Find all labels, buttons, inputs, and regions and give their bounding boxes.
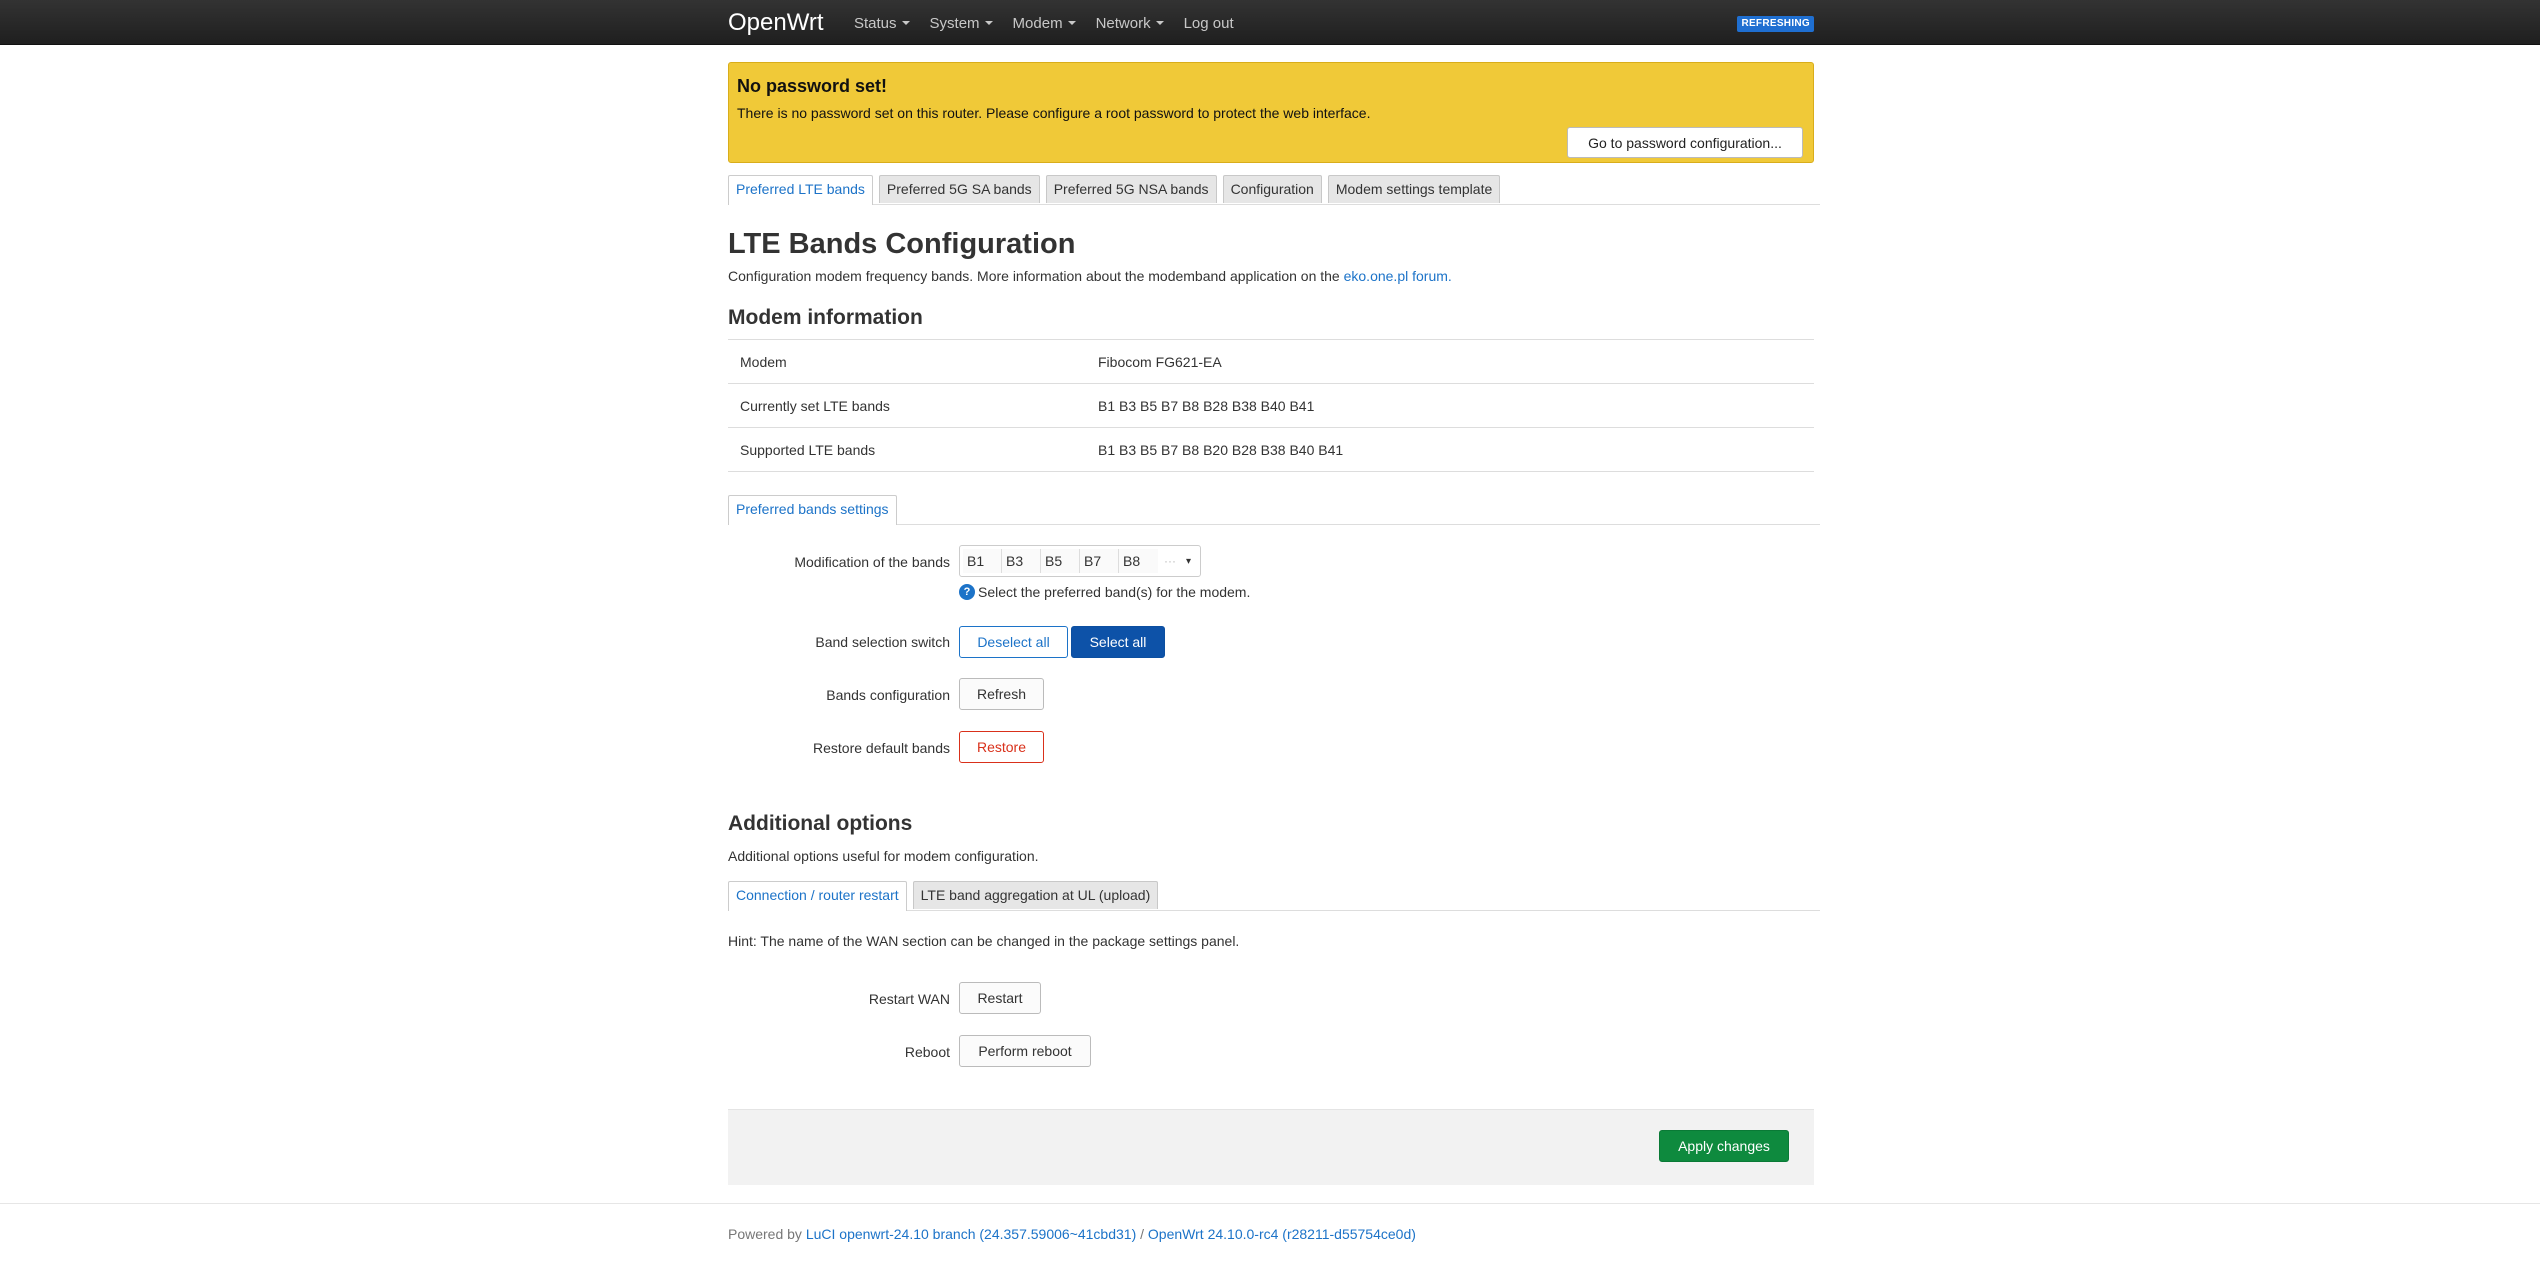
apply-changes-button[interactable]: Apply changes: [1659, 1130, 1789, 1162]
deselect-all-button[interactable]: Deselect all: [959, 626, 1068, 658]
top-tabs: Preferred LTE bands Preferred 5G SA band…: [728, 175, 1820, 205]
main-menu: Status System Modem Network Log out: [854, 15, 1254, 32]
additional-options-heading: Additional options: [728, 812, 913, 835]
page-description-text: Configuration modem frequency bands. Mor…: [728, 268, 1344, 284]
modification-label: Modification of the bands: [794, 554, 950, 570]
reboot-label: Reboot: [904, 1044, 950, 1060]
menu-system[interactable]: System: [930, 15, 993, 32]
table-row: Currently set LTE bands B1 B3 B5 B7 B8 B…: [728, 384, 1814, 428]
row-key: Currently set LTE bands: [740, 398, 890, 414]
modem-info-table: Modem Fibocom FG621-EA Currently set LTE…: [728, 339, 1814, 472]
table-row: Modem Fibocom FG621-EA: [728, 340, 1814, 384]
row-key: Supported LTE bands: [740, 442, 876, 458]
band-chip[interactable]: B1: [963, 549, 1002, 573]
footer-divider: [0, 1203, 2540, 1204]
modem-info-heading: Modem information: [728, 306, 923, 329]
band-chip[interactable]: B5: [1041, 549, 1080, 573]
forum-link[interactable]: eko.one.pl forum.: [1344, 268, 1452, 284]
tab-preferred-5g-nsa-bands[interactable]: Preferred 5G NSA bands: [1045, 175, 1217, 203]
footer-prefix: Powered by: [728, 1226, 806, 1242]
menu-status[interactable]: Status: [854, 15, 910, 32]
perform-reboot-button[interactable]: Perform reboot: [959, 1035, 1091, 1067]
row-value: Fibocom FG621-EA: [1098, 354, 1222, 370]
footer-separator: /: [1136, 1226, 1148, 1242]
band-help: ? Select the preferred band(s) for the m…: [959, 584, 1250, 600]
dropdown-arrow-icon[interactable]: ▾: [1186, 556, 1191, 567]
restore-default-label: Restore default bands: [813, 740, 950, 756]
caret-down-icon: [1155, 21, 1164, 25]
footer: Powered by LuCI openwrt-24.10 branch (24…: [728, 1226, 1416, 1242]
openwrt-link[interactable]: OpenWrt 24.10.0-rc4 (r28211-d55754ce0d): [1148, 1226, 1416, 1242]
additional-tabs: Connection / router restart LTE band agg…: [728, 881, 1820, 911]
restore-button[interactable]: Restore: [959, 731, 1044, 763]
alert-text: There is no password set on this router.…: [737, 105, 1371, 121]
top-navbar: OpenWrt Status System Modem Network Log …: [0, 0, 2540, 45]
select-all-button[interactable]: Select all: [1071, 626, 1165, 658]
tab-configuration[interactable]: Configuration: [1222, 175, 1322, 203]
brand-logo[interactable]: OpenWrt: [728, 9, 824, 37]
tab-connection-router-restart[interactable]: Connection / router restart: [728, 881, 907, 911]
tab-preferred-bands-settings[interactable]: Preferred bands settings: [728, 495, 897, 525]
more-indicator: ···: [1164, 554, 1176, 568]
wan-hint: Hint: The name of the WAN section can be…: [728, 933, 1240, 949]
restart-wan-label: Restart WAN: [868, 991, 950, 1007]
caret-down-icon: [984, 21, 993, 25]
page-title: LTE Bands Configuration: [728, 228, 1076, 260]
caret-down-icon: [901, 21, 910, 25]
help-text: Select the preferred band(s) for the mod…: [978, 584, 1251, 600]
band-chip[interactable]: B7: [1080, 549, 1119, 573]
menu-network-label: Network: [1095, 15, 1151, 32]
alert-title: No password set!: [737, 76, 888, 96]
menu-modem-label: Modem: [1012, 15, 1063, 32]
band-chip[interactable]: B8: [1119, 549, 1158, 573]
settings-tabs: Preferred bands settings: [728, 495, 1820, 525]
tab-lte-band-aggregation[interactable]: LTE band aggregation at UL (upload): [912, 881, 1159, 909]
luci-link[interactable]: LuCI openwrt-24.10 branch (24.357.59006~…: [806, 1226, 1136, 1242]
band-switch-label: Band selection switch: [815, 634, 950, 650]
menu-system-label: System: [929, 15, 980, 32]
refresh-button[interactable]: Refresh: [959, 678, 1044, 710]
menu-logout[interactable]: Log out: [1184, 15, 1234, 32]
tab-preferred-lte-bands[interactable]: Preferred LTE bands: [728, 175, 873, 205]
menu-network[interactable]: Network: [1096, 15, 1164, 32]
menu-modem[interactable]: Modem: [1013, 15, 1076, 32]
band-chip[interactable]: B3: [1002, 549, 1041, 573]
row-value: B1 B3 B5 B7 B8 B28 B38 B40 B41: [1098, 398, 1315, 414]
password-config-button[interactable]: Go to password configuration...: [1567, 127, 1803, 158]
restart-wan-button[interactable]: Restart: [959, 982, 1041, 1014]
menu-status-label: Status: [854, 15, 897, 32]
navbar-inner: OpenWrt Status System Modem Network Log …: [728, 0, 1814, 45]
tab-preferred-5g-sa-bands[interactable]: Preferred 5G SA bands: [878, 175, 1040, 203]
table-row: Supported LTE bands B1 B3 B5 B7 B8 B20 B…: [728, 428, 1814, 472]
actions-bar: Apply changes: [728, 1109, 1814, 1185]
caret-down-icon: [1067, 21, 1076, 25]
question-icon: ?: [959, 584, 975, 600]
row-key: Modem: [740, 354, 787, 370]
page-description: Configuration modem frequency bands. Mor…: [728, 268, 1452, 284]
row-value: B1 B3 B5 B7 B8 B20 B28 B38 B40 B41: [1098, 442, 1344, 458]
bands-config-label: Bands configuration: [826, 687, 950, 703]
refreshing-badge[interactable]: REFRESHING: [1737, 16, 1814, 32]
additional-options-description: Additional options useful for modem conf…: [728, 848, 1039, 864]
no-password-alert: No password set! There is no password se…: [728, 62, 1814, 163]
bands-multiselect[interactable]: B1 B3 B5 B7 B8 ··· ▾: [959, 545, 1201, 577]
tab-modem-settings-template[interactable]: Modem settings template: [1327, 175, 1501, 203]
